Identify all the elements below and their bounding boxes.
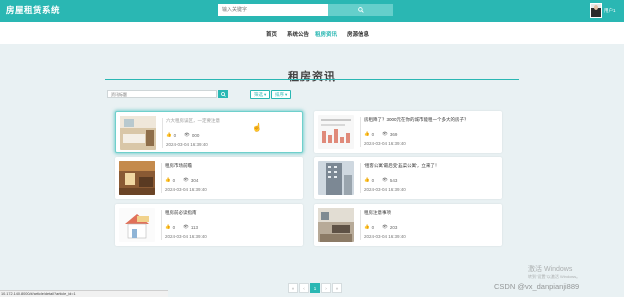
view-count: 113 <box>190 224 199 230</box>
page-prev-button[interactable]: ‹ <box>299 283 309 293</box>
app-title: 房屋租赁系统 <box>6 5 61 15</box>
card-divider <box>162 118 163 148</box>
mouse-cursor-icon: ☝ <box>252 123 262 132</box>
article-meta: 👍 0 👁 543 <box>364 177 397 183</box>
card-divider <box>360 163 361 193</box>
article-title[interactable]: 六大租房误区，一定要注意 <box>166 118 300 124</box>
like-count: 0 <box>172 177 176 183</box>
card-divider <box>360 210 361 240</box>
article-title[interactable]: 租房注意事项 <box>364 210 498 216</box>
sort-dropdown[interactable]: 排序 ▾ <box>271 90 292 99</box>
card-divider <box>161 163 162 193</box>
article-thumbnail[interactable] <box>119 208 155 242</box>
like-count: 0 <box>173 132 177 138</box>
article-date: 2024-03-04 16:39:40 <box>364 141 406 146</box>
view-count: 543 <box>389 177 398 183</box>
article-thumbnail[interactable] <box>318 161 354 195</box>
page-next-button[interactable]: › <box>321 283 331 293</box>
article-meta: 👍 0 👁 304 <box>165 177 198 183</box>
eye-icon: 👁 <box>382 177 388 182</box>
title-divider <box>105 79 519 80</box>
article-title[interactable]: '租客公寓'最后变'韭菜公寓'，立来了！ <box>364 163 498 169</box>
article-title[interactable]: 租房市场前瞻 <box>165 163 299 169</box>
nav-rental-news[interactable]: 租房资讯 <box>315 30 337 38</box>
search-icon <box>220 91 226 97</box>
article-thumbnail[interactable] <box>318 115 354 149</box>
thumbs-up-icon: 👍 <box>364 131 370 136</box>
card-divider <box>161 210 162 240</box>
chevron-down-icon: ▾ <box>264 91 267 97</box>
like-count: 0 <box>371 131 375 137</box>
search-button[interactable] <box>328 4 393 16</box>
user-menu[interactable]: 用户1 <box>590 3 616 18</box>
like-count: 0 <box>172 224 176 230</box>
filter-dropdown-label: 筛选 <box>254 91 263 97</box>
article-meta: 👍 0 👁 113 <box>165 224 198 230</box>
page-title: 租房资讯 <box>288 71 336 83</box>
article-card[interactable]: 租房市场前瞻 👍 0 👁 304 2024-03-04 16:39:40 <box>115 157 303 199</box>
article-thumbnail[interactable] <box>120 116 156 150</box>
eye-icon: 👁 <box>183 224 189 229</box>
username[interactable]: 用户1 <box>604 8 616 14</box>
article-date: 2024-03-04 16:39:40 <box>165 187 207 192</box>
windows-activation-title: 激活 Windows <box>528 266 573 273</box>
nav-listings[interactable]: 房源信息 <box>347 30 369 38</box>
avatar[interactable] <box>590 3 602 18</box>
article-meta: 👍 0 👁 203 <box>364 224 397 230</box>
view-count: 369 <box>389 131 398 137</box>
page-last-button[interactable]: » <box>332 283 342 293</box>
eye-icon: 👁 <box>183 177 189 182</box>
status-url: 10.172.140.8000/#/article/detail?article… <box>0 290 168 297</box>
article-meta: 👍 0 👁 000 <box>166 132 199 138</box>
thumbs-up-icon: 👍 <box>165 177 171 182</box>
windows-activation-hint: 转到"设置"以激活 Windows。 <box>528 274 581 279</box>
eye-icon: 👁 <box>382 224 388 229</box>
page-current[interactable]: 1 <box>310 283 320 293</box>
eye-icon: 👁 <box>184 132 190 137</box>
like-count: 0 <box>371 177 375 183</box>
nav-home[interactable]: 首页 <box>266 30 277 38</box>
title-filter-input[interactable] <box>107 90 217 98</box>
article-date: 2024-03-04 16:39:40 <box>364 234 406 239</box>
search-icon <box>357 7 364 13</box>
article-card[interactable]: 租房前必读指南 👍 0 👁 113 2024-03-04 16:39:40 <box>115 204 303 246</box>
article-card[interactable]: 租房注意事项 👍 0 👁 203 2024-03-04 16:39:40 <box>314 204 502 246</box>
thumbs-up-icon: 👍 <box>165 224 171 229</box>
view-count: 000 <box>191 132 200 138</box>
thumbs-up-icon: 👍 <box>166 132 172 137</box>
top-bar: 房屋租赁系统 用户1 <box>0 0 624 22</box>
main-nav: 首页 系统公告 租房资讯 房源信息 <box>0 22 624 44</box>
article-thumbnail[interactable] <box>119 161 155 195</box>
search-input[interactable] <box>218 4 328 16</box>
article-card[interactable]: 房租降了？3000元在你的城市能租一个多大的房子？ 👍 0 👁 369 2024-0… <box>314 111 502 153</box>
article-date: 2024-03-04 16:39:40 <box>364 187 406 192</box>
eye-icon: 👁 <box>382 131 388 136</box>
csdn-watermark: CSDN @vx_danpianji889 <box>494 282 580 291</box>
article-date: 2024-03-04 16:39:40 <box>166 142 208 147</box>
filter-search-button[interactable] <box>218 90 228 98</box>
article-date: 2024-03-04 16:39:40 <box>165 234 207 239</box>
filter-dropdown[interactable]: 筛选 ▾ <box>250 90 271 99</box>
like-count: 0 <box>371 224 375 230</box>
card-divider <box>360 117 361 147</box>
thumbs-up-icon: 👍 <box>364 177 370 182</box>
thumbs-up-icon: 👍 <box>364 224 370 229</box>
article-thumbnail[interactable] <box>318 208 354 242</box>
page-first-button[interactable]: « <box>288 283 298 293</box>
article-meta: 👍 0 👁 369 <box>364 131 397 137</box>
sort-dropdown-label: 排序 <box>275 91 284 97</box>
chevron-down-icon: ▾ <box>285 91 288 97</box>
view-count: 203 <box>389 224 398 230</box>
article-title[interactable]: 租房前必读指南 <box>165 210 299 216</box>
article-title[interactable]: 房租降了？3000元在你的城市能租一个多大的房子？ <box>364 117 498 123</box>
article-card[interactable]: 六大租房误区，一定要注意 👍 0 👁 000 2024-03-04 16:39:40 <box>115 111 303 153</box>
article-card[interactable]: '租客公寓'最后变'韭菜公寓'，立来了！ 👍 0 👁 543 2024-03-04 … <box>314 157 502 199</box>
nav-announcements[interactable]: 系统公告 <box>287 30 309 38</box>
header-search <box>218 4 393 16</box>
view-count: 304 <box>190 177 199 183</box>
